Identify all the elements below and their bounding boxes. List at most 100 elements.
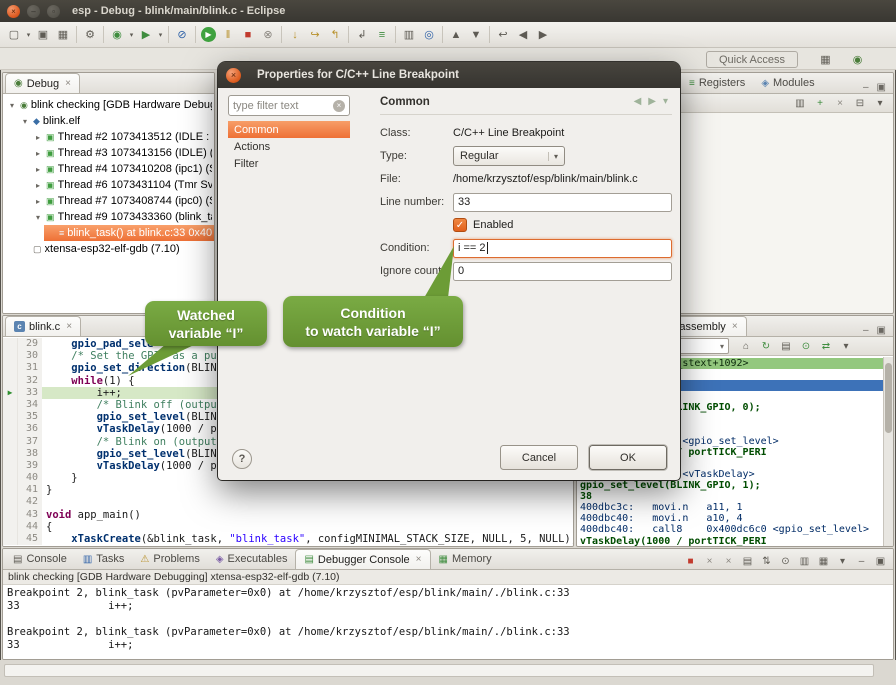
disassembly-scrollbar[interactable] (883, 357, 893, 546)
view-menu-icon[interactable]: ▾ (837, 338, 855, 354)
expand-icon[interactable]: ▸ (33, 181, 43, 190)
view-menu-icon[interactable]: ▾ (663, 96, 668, 107)
collapse-icon[interactable]: ▾ (7, 101, 17, 110)
line-number-input[interactable] (453, 193, 672, 212)
collapse-icon[interactable]: ▾ (33, 213, 43, 222)
drop-to-frame-icon[interactable]: ↲ (352, 25, 372, 45)
disassembly-line[interactable]: 38 (577, 491, 883, 502)
open-console-icon[interactable]: ▦ (815, 553, 832, 569)
window-maximize-button[interactable]: ▫ (47, 5, 60, 18)
forward-history-icon[interactable]: ▶ (533, 25, 553, 45)
window-titlebar[interactable]: × – ▫ esp - Debug - blink/main/blink.c -… (0, 0, 896, 22)
previous-annotation-icon[interactable]: ▲ (446, 25, 466, 45)
window-close-button[interactable]: × (7, 5, 20, 18)
code-line[interactable]: 44{ (3, 521, 573, 533)
clear-filter-icon[interactable]: × (333, 100, 345, 112)
remove-launch-icon[interactable]: × (701, 553, 718, 569)
console-output[interactable]: Breakpoint 2, blink_task (pvParameter=0x… (3, 585, 893, 660)
expand-icon[interactable]: ▸ (33, 197, 43, 206)
disassembly-line[interactable]: 400dbc40: movi.n a10, 4 (577, 513, 883, 524)
minimize-view-icon[interactable]: – (863, 325, 869, 336)
debug-tree-item[interactable]: ▸▣Thread #7 1073408744 (ipc0) (Susp (3, 193, 214, 209)
dialog-nav-common[interactable]: Common (228, 121, 350, 138)
forward-icon[interactable]: ▶ (648, 96, 656, 107)
step-return-icon[interactable]: ↰ (325, 25, 345, 45)
home-icon[interactable]: ⌂ (737, 338, 755, 354)
suspend-icon[interactable]: ‖ (218, 25, 238, 45)
close-tab-icon[interactable]: × (65, 78, 71, 89)
save-all-icon[interactable]: ▦ (53, 25, 73, 45)
code-line[interactable]: 45 xTaskCreate(&blink_task, "blink_task"… (3, 533, 573, 545)
tab-memory[interactable]: ▦Memory (431, 549, 500, 569)
display-selected-console-icon[interactable]: ▥ (796, 553, 813, 569)
minimize-view-icon[interactable]: – (853, 553, 870, 569)
code-line[interactable]: 42 (3, 496, 573, 508)
tab-tasks[interactable]: ▥Tasks (75, 549, 133, 569)
dialog-nav-filter[interactable]: Filter (228, 155, 350, 172)
debug-tree-item[interactable]: ▾▣Thread #9 1073433360 (blink_task (3, 209, 214, 225)
tab-registers[interactable]: ≡ Registers (681, 73, 753, 93)
scrollbar-thumb[interactable] (885, 363, 892, 433)
enabled-checkbox[interactable]: ✓ (453, 218, 467, 232)
condition-input[interactable]: i == 2 (453, 239, 672, 258)
debug-menu-icon[interactable]: ▾ (127, 25, 136, 45)
dialog-titlebar[interactable]: × Properties for C/C++ Line Breakpoint (218, 62, 680, 88)
new-menu-icon[interactable]: ▾ (24, 25, 33, 45)
refresh-icon[interactable]: ↻ (757, 338, 775, 354)
layout-icon[interactable]: ▥ (791, 95, 809, 111)
tab-executables[interactable]: ◈Executables (208, 549, 296, 569)
disassembly-line[interactable]: 400dbc3c: movi.n a11, 1 (577, 502, 883, 513)
disconnect-icon[interactable]: ⊗ (258, 25, 278, 45)
maximize-view-icon[interactable]: ▣ (877, 82, 886, 93)
save-icon[interactable]: ▣ (33, 25, 53, 45)
resume-icon[interactable]: ▶ (201, 27, 216, 42)
tab-problems[interactable]: ⚠Problems (132, 549, 207, 569)
debug-tree-item[interactable]: ▾◆blink.elf (3, 113, 214, 129)
terminate-icon[interactable]: ■ (238, 25, 258, 45)
back-icon[interactable]: ◀ (634, 96, 642, 107)
debug-tree-item[interactable]: ▢xtensa-esp32-elf-gdb (7.10) (3, 241, 214, 257)
track-expression-icon[interactable]: ⊙ (797, 338, 815, 354)
debug-tree-item[interactable]: ▸▣Thread #6 1073431104 (Tmr Svc) (S (3, 177, 214, 193)
collapse-all-icon[interactable]: ⊟ (851, 95, 869, 111)
debug-perspective-icon[interactable]: ◉ (849, 51, 866, 68)
run-icon[interactable]: ▶ (136, 25, 156, 45)
instruction-stepping-icon[interactable]: ≡ (372, 25, 392, 45)
remove-register-group-icon[interactable]: × (831, 95, 849, 111)
tab-debugger-console[interactable]: ▤Debugger Console× (295, 549, 430, 569)
open-perspective-icon[interactable]: ▦ (817, 51, 834, 68)
collapse-icon[interactable]: ▾ (20, 117, 30, 126)
remove-all-launches-icon[interactable]: × (720, 553, 737, 569)
ok-button[interactable]: OK (589, 445, 667, 470)
view-menu-icon[interactable]: ▾ (871, 95, 889, 111)
chevron-down-icon[interactable]: ▾ (720, 342, 724, 351)
code-line[interactable]: 43void app_main() (3, 509, 573, 521)
debug-tree-item[interactable]: ▸▣Thread #3 1073413156 (IDLE) (Susp (3, 145, 214, 161)
code-line[interactable]: 41} (3, 484, 573, 496)
dialog-nav-actions[interactable]: Actions (228, 138, 350, 155)
horizontal-scrollbar[interactable] (4, 664, 874, 677)
search-icon[interactable]: ◎ (419, 25, 439, 45)
disassembly-line[interactable]: 400dbc40: call8 0x400dc6c0 <gpio_set_lev… (577, 524, 883, 535)
next-annotation-icon[interactable]: ▼ (466, 25, 486, 45)
expand-icon[interactable]: ▸ (33, 165, 43, 174)
tab-blink-c[interactable]: c blink.c × (5, 316, 81, 336)
debug-tree-item[interactable]: ▾◉blink checking [GDB Hardware Debug (3, 97, 214, 113)
debug-icon[interactable]: ◉ (107, 25, 127, 45)
disassembly-line[interactable]: gpio_set_level(BLINK_GPIO, 1); (577, 480, 883, 491)
close-tab-icon[interactable]: × (732, 321, 738, 332)
window-minimize-button[interactable]: – (27, 5, 40, 18)
new-icon[interactable]: ▢ (4, 25, 24, 45)
quick-access-button[interactable]: Quick Access (706, 51, 798, 68)
dialog-close-button[interactable]: × (226, 68, 241, 83)
back-history-icon[interactable]: ◀ (513, 25, 533, 45)
maximize-view-icon[interactable]: ▣ (877, 325, 886, 336)
tab-modules[interactable]: ◈ Modules (753, 73, 822, 93)
build-icon[interactable]: ⚙ (80, 25, 100, 45)
clear-console-icon[interactable]: ▤ (739, 553, 756, 569)
close-tab-icon[interactable]: × (66, 321, 72, 332)
tab-debug[interactable]: ◉ Debug × (5, 73, 80, 93)
expand-icon[interactable]: ▸ (33, 133, 43, 142)
run-menu-icon[interactable]: ▾ (156, 25, 165, 45)
show-source-icon[interactable]: ▤ (777, 338, 795, 354)
